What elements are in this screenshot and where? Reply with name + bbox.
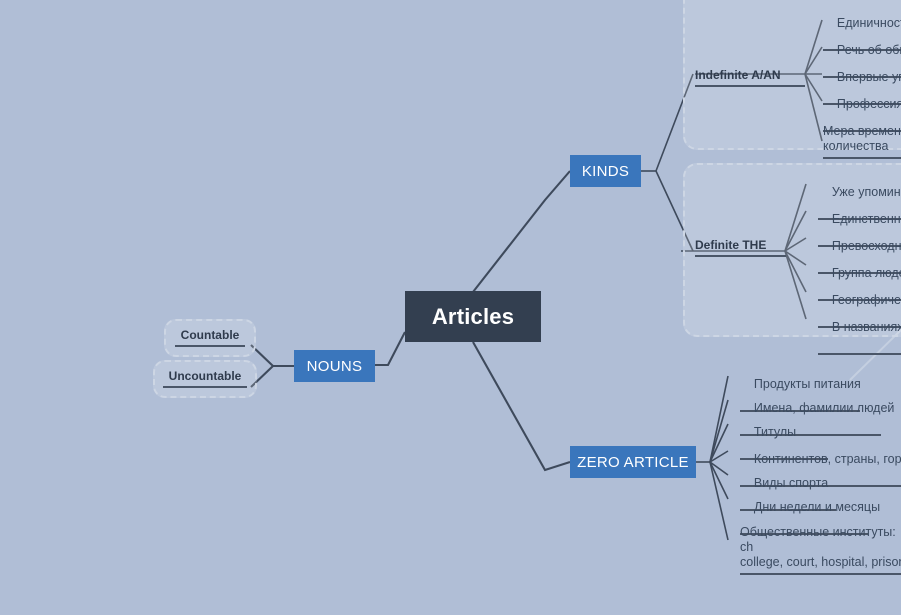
branch-title-definite[interactable]: Definite THE <box>695 238 786 257</box>
root-node-label: Articles <box>431 303 515 329</box>
leaf-zero-7[interactable]: Общественные институты: ch college, cour… <box>740 510 901 575</box>
leaf-zero-7-label: Общественные институты: ch college, cour… <box>740 525 901 569</box>
leaf-indefinite-5-label: Мера времени количества <box>823 124 901 153</box>
node-kinds-label: KINDS <box>581 162 630 180</box>
node-zero-article[interactable]: ZERO ARTICLE <box>570 446 696 478</box>
root-node-articles[interactable]: Articles <box>405 291 541 342</box>
node-nouns-label: NOUNS <box>306 357 363 375</box>
leaf-countable[interactable]: Countable <box>164 319 256 357</box>
mindmap-canvas: Articles NOUNS Countable Uncountable KIN… <box>0 0 901 615</box>
branch-title-indefinite-label: Indefinite A/AN <box>695 68 781 82</box>
leaf-uncountable-label: Uncountable <box>162 362 248 388</box>
leaf-countable-label: Countable <box>174 321 246 347</box>
node-nouns[interactable]: NOUNS <box>294 350 375 382</box>
leaf-definite-6[interactable]: В названиях <box>818 305 901 355</box>
node-zero-article-label: ZERO ARTICLE <box>577 453 689 471</box>
node-kinds[interactable]: KINDS <box>570 155 641 187</box>
branch-title-indefinite[interactable]: Indefinite A/AN <box>695 68 805 87</box>
leaf-indefinite-5[interactable]: Мера времени количества <box>823 109 901 159</box>
leaf-definite-6-label: В названиях <box>831 320 901 334</box>
branch-title-definite-label: Definite THE <box>695 238 767 252</box>
leaf-uncountable[interactable]: Uncountable <box>153 360 257 398</box>
